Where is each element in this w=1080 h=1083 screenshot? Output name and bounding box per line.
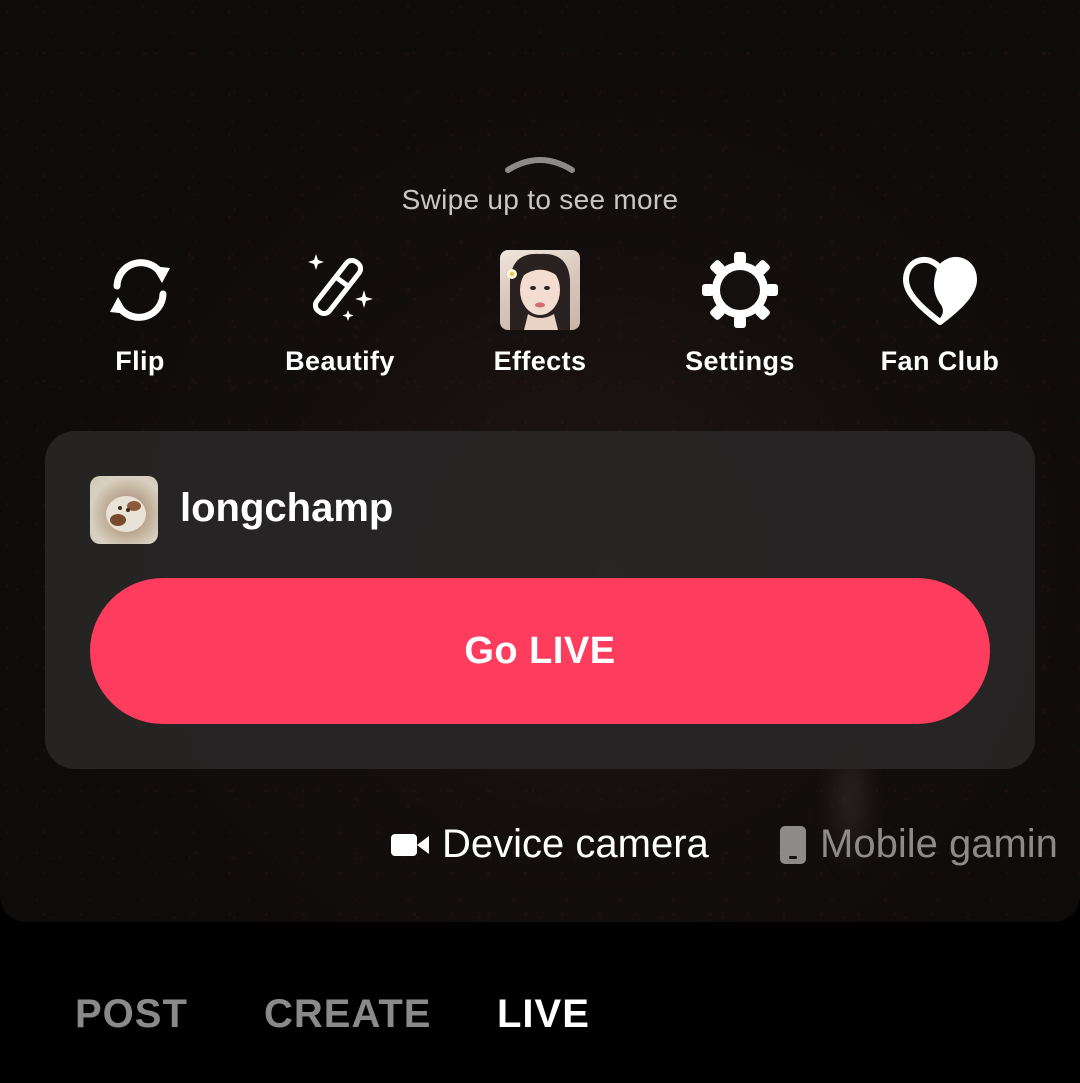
gear-icon: [698, 248, 782, 332]
username: longchamp: [180, 486, 394, 530]
source-label: Mobile gamin: [820, 822, 1058, 866]
fan-club-button[interactable]: Fan Club: [840, 248, 1040, 388]
tool-label: Flip: [115, 346, 165, 376]
tool-label: Fan Club: [880, 346, 1000, 376]
tool-label: Effects: [493, 346, 587, 376]
flip-button[interactable]: Flip: [40, 248, 240, 388]
source-device-camera[interactable]: Device camera: [390, 822, 709, 867]
tab-create[interactable]: CREATE: [264, 992, 431, 1037]
tool-label: Beautify: [285, 346, 395, 376]
effects-thumbnail: [498, 248, 582, 332]
heart-icon: [898, 248, 982, 332]
live-setup-screen: Swipe up to see more Flip Beautify Effec…: [0, 0, 1080, 1083]
source-selector: Device camera Mobile gamin: [0, 822, 1080, 882]
source-label: Device camera: [442, 822, 709, 866]
flip-camera-icon: [98, 248, 182, 332]
video-camera-icon: [390, 830, 430, 860]
go-live-card: longchamp Go LIVE: [45, 431, 1035, 769]
magic-wand-icon: [298, 248, 382, 332]
tab-live[interactable]: LIVE: [497, 992, 590, 1037]
phone-icon: [778, 825, 808, 865]
camera-preview[interactable]: Swipe up to see more Flip Beautify Effec…: [0, 0, 1080, 922]
mode-bar: POST CREATE LIVE: [0, 922, 1080, 1083]
tab-post[interactable]: POST: [75, 992, 188, 1037]
tool-label: Settings: [685, 346, 795, 376]
chevron-up-icon[interactable]: [505, 152, 575, 174]
beautify-button[interactable]: Beautify: [240, 248, 440, 388]
avatar[interactable]: [90, 476, 158, 544]
effects-button[interactable]: Effects: [440, 248, 640, 388]
tool-row: Flip Beautify Effects Settings Fan Club: [0, 248, 1080, 388]
go-live-button[interactable]: Go LIVE: [90, 578, 990, 724]
swipe-hint: Swipe up to see more: [401, 184, 679, 215]
settings-button[interactable]: Settings: [640, 248, 840, 388]
source-mobile-gaming[interactable]: Mobile gamin: [778, 822, 1058, 867]
